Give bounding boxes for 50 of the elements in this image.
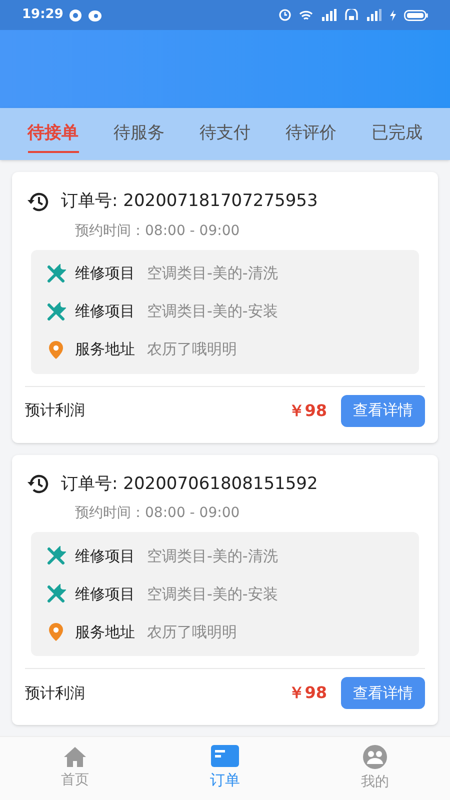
history-icon bbox=[27, 474, 49, 494]
appointment-time: 预约时间：08:00 - 09:00 bbox=[74, 504, 241, 523]
item-value: 空调类目-美的-清洗 bbox=[147, 546, 278, 567]
nav-item[interactable]: 我的 bbox=[300, 737, 450, 800]
location-pin-icon bbox=[47, 340, 65, 360]
signal-icon bbox=[366, 9, 382, 21]
item-label: 维修项目 bbox=[75, 546, 135, 567]
item-label: 服务地址 bbox=[75, 622, 135, 643]
item-label: 维修项目 bbox=[75, 301, 135, 322]
profit-label: 预计利润 bbox=[25, 682, 86, 704]
home-icon bbox=[63, 746, 87, 768]
history-icon bbox=[27, 192, 49, 212]
app-notification-icon bbox=[88, 8, 102, 22]
tools-icon bbox=[46, 302, 66, 322]
item-value: 空调类目-美的-清洗 bbox=[147, 263, 278, 284]
tab[interactable]: 待支付 bbox=[200, 115, 250, 153]
location-pin-icon bbox=[47, 622, 65, 642]
signal-icon bbox=[321, 9, 337, 21]
order-number: 订单号: 202007181707275953 bbox=[61, 190, 318, 213]
tab[interactable]: 已完成 bbox=[372, 115, 422, 153]
people-icon bbox=[362, 744, 388, 770]
item-value: 空调类目-美的-安装 bbox=[147, 584, 278, 605]
tab[interactable]: 待服务 bbox=[114, 115, 164, 153]
alarm-icon bbox=[279, 9, 291, 21]
tab[interactable]: 待接单 bbox=[28, 115, 78, 153]
profit-amount: ￥98 bbox=[288, 400, 327, 422]
status-time: 19:29 bbox=[22, 6, 64, 24]
view-details-button[interactable]: 查看详情 bbox=[341, 677, 425, 709]
tab[interactable]: 待评价 bbox=[286, 115, 336, 153]
item-label: 维修项目 bbox=[75, 263, 135, 284]
item-label: 维修项目 bbox=[75, 584, 135, 605]
tools-icon bbox=[46, 584, 66, 604]
app-notification-icon bbox=[69, 8, 82, 22]
nav-item[interactable]: 首页 bbox=[0, 737, 150, 800]
appointment-time: 预约时间：08:00 - 09:00 bbox=[74, 222, 241, 240]
battery-icon bbox=[404, 10, 428, 20]
card-icon bbox=[211, 745, 239, 768]
item-label: 服务地址 bbox=[75, 339, 135, 360]
nav-item[interactable]: 订单 bbox=[150, 737, 300, 800]
tools-icon bbox=[46, 264, 66, 284]
profit-label: 预计利润 bbox=[25, 400, 86, 422]
order-number: 订单号: 202007061808151592 bbox=[61, 472, 318, 496]
view-details-button[interactable]: 查看详情 bbox=[341, 394, 425, 426]
profit-amount: ￥98 bbox=[288, 682, 327, 704]
item-value: 农历了哦明明 bbox=[147, 622, 237, 643]
item-value: 农历了哦明明 bbox=[147, 339, 237, 360]
wifi-icon bbox=[299, 10, 313, 20]
charging-icon bbox=[390, 10, 396, 20]
tools-icon bbox=[46, 546, 66, 566]
item-value: 空调类目-美的-安装 bbox=[147, 301, 278, 322]
